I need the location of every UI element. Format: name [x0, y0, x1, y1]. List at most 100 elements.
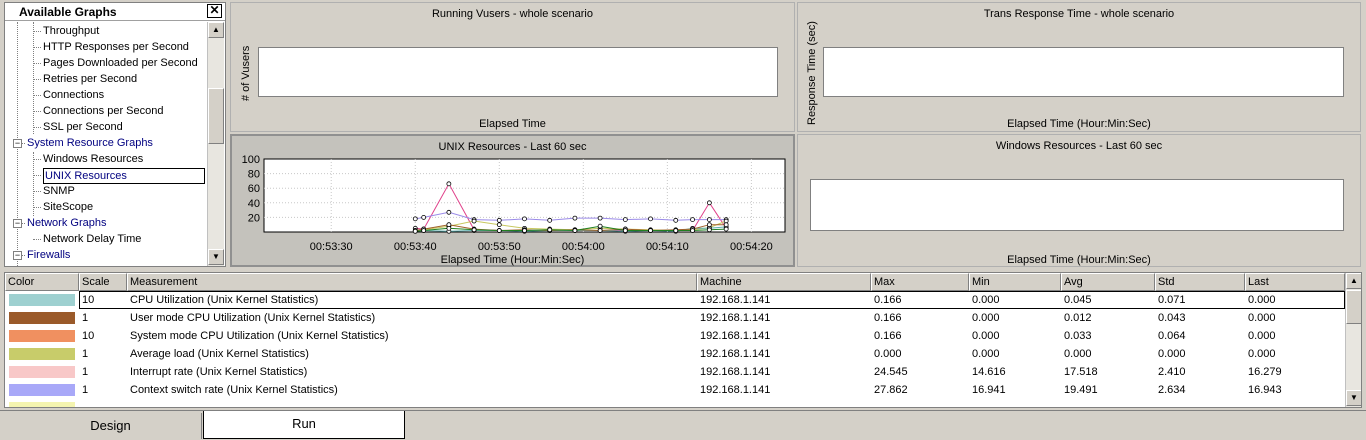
x-tick-label: 00:54:10: [646, 241, 689, 253]
available-graphs-panel: Available Graphs ✕ Throughput HTTP Respon…: [4, 2, 226, 267]
data-point: [706, 227, 712, 233]
expander-icon[interactable]: −: [13, 219, 22, 228]
tree-leaf-item[interactable]: Retries per Second: [43, 72, 137, 86]
scroll-thumb[interactable]: [208, 88, 224, 144]
tree-connector: [33, 79, 41, 80]
data-point: [446, 209, 452, 215]
color-swatch[interactable]: [9, 330, 75, 342]
cell-machine: 192.168.1.141: [700, 294, 771, 306]
expander-icon[interactable]: −: [13, 251, 22, 260]
color-swatch[interactable]: [9, 294, 75, 306]
color-swatch[interactable]: [9, 312, 75, 324]
column-header-min[interactable]: Min: [969, 273, 1061, 291]
data-point: [421, 215, 427, 220]
cell-last: 0.000: [1248, 294, 1276, 306]
tree-guide: [33, 22, 34, 134]
tree-guide: [33, 152, 34, 216]
column-header-scale[interactable]: Scale: [79, 273, 127, 291]
tree-leaf-item[interactable]: SSL per Second: [43, 120, 123, 134]
tab-design[interactable]: Design: [20, 413, 202, 439]
data-point: [690, 217, 695, 222]
color-swatch[interactable]: [9, 366, 75, 378]
cell-measurement: Average load (Unix Kernel Statistics): [130, 348, 309, 360]
scroll-up-icon[interactable]: ▲: [1346, 273, 1361, 289]
column-header-measurement[interactable]: Measurement: [127, 273, 697, 291]
y-tick-label: 60: [248, 183, 260, 195]
table-scrollbar[interactable]: ▲ ▼: [1345, 273, 1361, 407]
column-header-color[interactable]: Color: [5, 273, 79, 291]
color-swatch[interactable]: [9, 348, 75, 360]
data-point: [572, 215, 578, 221]
data-point: [421, 228, 427, 233]
data-point: [648, 228, 653, 233]
cell-max: 0.166: [874, 312, 902, 324]
tree-leaf-item[interactable]: Throughput: [43, 24, 99, 38]
x-tick-label: 00:54:20: [730, 241, 773, 253]
tree-group-item[interactable]: System Resource Graphs: [27, 136, 153, 150]
unix-resources-graph[interactable]: UNIX Resources - Last 60 sec 100 80 60 40 20…: [230, 134, 795, 267]
cell-std: 0.000: [1158, 348, 1186, 360]
running-vusers-graph[interactable]: Running Vusers - whole scenario # of Vus…: [230, 2, 795, 132]
data-point: [597, 215, 603, 221]
close-icon[interactable]: ✕: [207, 4, 222, 18]
plot-area: [810, 179, 1344, 231]
view-tab-bar: Design Run: [0, 410, 1366, 440]
scroll-thumb[interactable]: [1346, 290, 1361, 324]
scroll-up-icon[interactable]: ▲: [208, 22, 224, 38]
column-header-last[interactable]: Last: [1245, 273, 1345, 291]
tree-leaf-item[interactable]: Windows Resources: [43, 152, 143, 166]
y-axis-label: Response Time (sec): [806, 21, 818, 125]
cell-min: 0.000: [972, 294, 1000, 306]
y-tick-label: 100: [242, 154, 260, 166]
tree-scrollbar[interactable]: ▲ ▼: [207, 22, 224, 266]
tree-leaf-item[interactable]: HTTP Responses per Second: [43, 40, 189, 54]
column-header-machine[interactable]: Machine: [697, 273, 871, 291]
tree-connector: [33, 47, 41, 48]
column-header-max[interactable]: Max: [871, 273, 969, 291]
x-tick-label: 00:54:00: [562, 241, 605, 253]
cell-avg: 0.012: [1064, 312, 1092, 324]
cell-last: 0.000: [1248, 348, 1276, 360]
graph-title: Trans Response Time - whole scenario: [983, 8, 1175, 20]
expander-icon[interactable]: −: [13, 139, 22, 148]
tree-group-item[interactable]: Network Graphs: [27, 216, 106, 230]
tree-leaf-item[interactable]: Connections per Second: [43, 104, 163, 118]
data-point: [622, 228, 628, 233]
column-header-std[interactable]: Std: [1155, 273, 1245, 291]
cell-min: 0.000: [972, 312, 1000, 324]
tree-connector: [33, 159, 41, 160]
column-header-avg[interactable]: Avg: [1061, 273, 1155, 291]
tree-connector: [33, 111, 41, 112]
cell-machine: 192.168.1.141: [700, 384, 771, 396]
data-point: [622, 217, 628, 222]
y-tick-label: 40: [248, 198, 260, 210]
cell-last: 16.279: [1248, 366, 1282, 378]
cell-max: 0.000: [874, 348, 902, 360]
cell-measurement: System mode CPU Utilization (Unix Kernel…: [130, 330, 389, 342]
tree-leaf-item[interactable]: SNMP: [43, 184, 75, 198]
color-swatch[interactable]: [9, 384, 75, 396]
tree-leaf-item[interactable]: UNIX Resources: [43, 168, 205, 184]
data-point: [547, 227, 553, 233]
scroll-down-icon[interactable]: ▼: [208, 249, 224, 265]
tree-connector: [33, 31, 41, 32]
tab-run[interactable]: Run: [203, 411, 405, 439]
plot-area: [823, 47, 1344, 97]
trans-response-time-graph[interactable]: Trans Response Time - whole scenario Res…: [797, 2, 1361, 132]
data-point: [673, 228, 679, 233]
cell-avg: 0.045: [1064, 294, 1092, 306]
tree-group-item[interactable]: Firewalls: [27, 248, 70, 262]
tree-leaf-item[interactable]: Pages Downloaded per Second: [43, 56, 198, 70]
tree-leaf-item[interactable]: Connections: [43, 88, 104, 102]
x-axis-label: Elapsed Time: [479, 118, 546, 130]
cell-min: 0.000: [972, 348, 1000, 360]
windows-resources-graph[interactable]: Windows Resources - Last 60 sec Elapsed …: [797, 134, 1361, 267]
scroll-down-icon[interactable]: ▼: [1346, 390, 1361, 406]
graph-title: Windows Resources - Last 60 sec: [995, 140, 1163, 152]
cell-scale: 1: [82, 384, 89, 396]
cell-scale: 1: [82, 312, 89, 324]
data-point: [597, 223, 603, 229]
tree-leaf-item[interactable]: Network Delay Time: [43, 232, 141, 246]
tree-leaf-item[interactable]: SiteScope: [43, 200, 93, 214]
tree-connector: [33, 207, 41, 208]
